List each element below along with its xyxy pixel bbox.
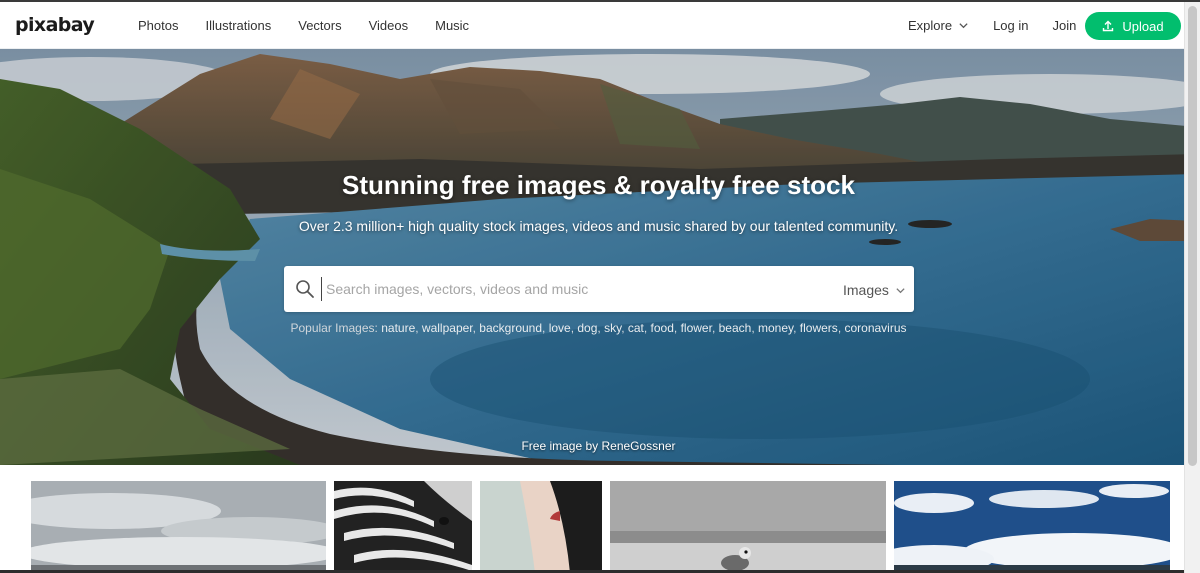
chevron-down-icon: [959, 23, 968, 29]
search-icon[interactable]: [295, 279, 315, 299]
gallery-image-sky-landscape[interactable]: [31, 481, 326, 573]
gallery-image-portrait[interactable]: [480, 481, 602, 573]
nav-photos[interactable]: Photos: [138, 18, 178, 33]
gallery-image-blue-sky[interactable]: [894, 481, 1170, 573]
gallery-image-bird[interactable]: [610, 481, 886, 573]
tag-link[interactable]: background: [479, 321, 542, 335]
nav-videos[interactable]: Videos: [369, 18, 409, 33]
upload-label: Upload: [1122, 18, 1164, 34]
search-bar: Images: [284, 266, 914, 312]
nav-illustrations[interactable]: Illustrations: [205, 18, 271, 33]
tag-link[interactable]: money: [758, 321, 793, 335]
search-type-select[interactable]: Images: [843, 282, 906, 298]
nav-music[interactable]: Music: [435, 18, 469, 33]
tag-link[interactable]: dog: [577, 321, 597, 335]
page-scrollbar[interactable]: [1184, 2, 1200, 573]
gallery-image-zebra[interactable]: [334, 481, 472, 573]
site-header: pixabay Photos Illustrations Vectors Vid…: [0, 2, 1184, 49]
popular-label: Popular Images:: [290, 321, 378, 335]
account-nav: Explore Log in Join: [908, 18, 1076, 33]
main-nav: Photos Illustrations Vectors Videos Musi…: [138, 18, 496, 33]
tag-link[interactable]: love: [549, 321, 571, 335]
explore-label: Explore: [908, 18, 953, 33]
nav-vectors[interactable]: Vectors: [298, 18, 341, 33]
tag-link[interactable]: wallpaper: [422, 321, 473, 335]
login-link[interactable]: Log in: [993, 18, 1028, 33]
tag-link[interactable]: coronavirus: [844, 321, 906, 335]
tag-link[interactable]: beach: [719, 321, 752, 335]
tag-link[interactable]: sky: [604, 321, 621, 335]
hero-banner: Stunning free images & royalty free stoc…: [0, 49, 1197, 465]
scrollbar-thumb[interactable]: [1188, 6, 1197, 466]
upload-icon: [1103, 20, 1114, 32]
image-gallery: [0, 481, 1184, 573]
search-type-label: Images: [843, 282, 889, 298]
tag-link[interactable]: flower: [681, 321, 712, 335]
image-credit[interactable]: Free image by ReneGossner: [0, 439, 1197, 453]
hero-subtitle: Over 2.3 million+ high quality stock ima…: [298, 218, 899, 234]
join-link[interactable]: Join: [1053, 18, 1077, 33]
upload-button[interactable]: Upload: [1085, 12, 1181, 40]
popular-tags: Popular Images: nature, wallpaper, backg…: [290, 321, 907, 335]
tag-link[interactable]: food: [651, 321, 674, 335]
search-input[interactable]: [321, 277, 801, 301]
explore-menu[interactable]: Explore: [908, 18, 969, 33]
tag-link[interactable]: cat: [628, 321, 644, 335]
hero-landscape-image: [0, 49, 1197, 465]
hero-title: Stunning free images & royalty free stoc…: [342, 170, 855, 200]
tag-link[interactable]: nature: [381, 321, 415, 335]
pixabay-logo[interactable]: pixabay: [15, 14, 95, 36]
chevron-down-icon: [896, 287, 905, 293]
tag-link[interactable]: flowers: [800, 321, 838, 335]
